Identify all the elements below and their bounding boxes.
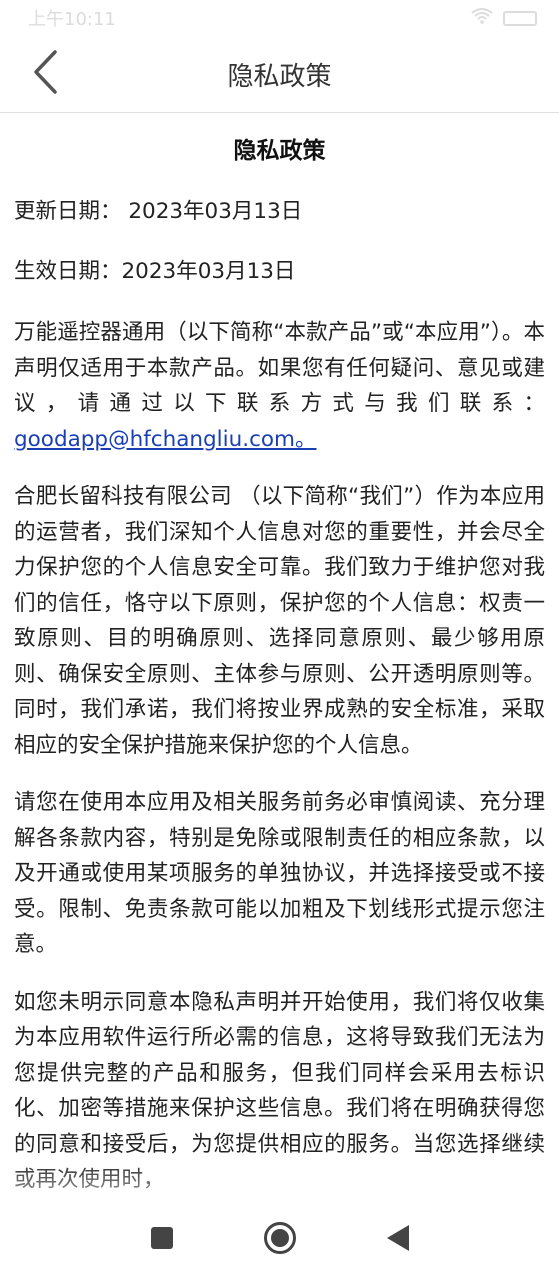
updated-date: 更新日期： 2023年03月13日 [14, 199, 303, 224]
status-bar: 上午10:11 [0, 0, 559, 36]
system-nav-bar [0, 1200, 559, 1280]
home-button[interactable] [260, 1220, 300, 1260]
app-bar: 隐私政策 [0, 36, 559, 113]
page-title: 隐私政策 [227, 61, 332, 92]
intro-paragraph: 万能遥控器通用（以下简称“本款产品”或“本应用”）。本声明仅适用于本款产品。如果… [14, 315, 545, 457]
wifi-icon [471, 7, 493, 29]
effective-date: 生效日期：2023年03月13日 [14, 259, 296, 284]
operator-paragraph: 合肥长留科技有限公司 （以下简称“我们”）作为本应用的运营者，我们深知个人信息对… [14, 484, 545, 758]
battery-icon [503, 10, 537, 26]
chevron-left-icon [31, 49, 61, 99]
policy-content[interactable]: 隐私政策 更新日期： 2023年03月13日 生效日期：2023年03月13日 … [0, 113, 559, 1200]
status-icons [471, 7, 537, 29]
consent-paragraph: 如您未明示同意本隐私声明并开始使用，我们将仅收集为本应用软件运行所必需的信息，这… [14, 989, 545, 1193]
intro-text: 万能遥控器通用（以下简称“本款产品”或“本应用”）。本声明仅适用于本款产品。如果… [14, 320, 545, 416]
back-triangle-icon [385, 1224, 411, 1256]
recent-apps-button[interactable] [142, 1220, 182, 1260]
document-title: 隐私政策 [233, 138, 326, 164]
back-button[interactable] [18, 46, 74, 102]
read-carefully-paragraph: 请您在使用本应用及相关服务前务必审慎阅读、充分理解各条款内容，特别是免除或限制责… [14, 790, 545, 957]
home-circle-icon [263, 1221, 297, 1259]
status-time: 上午10:11 [28, 9, 116, 30]
system-back-button[interactable] [378, 1220, 418, 1260]
contact-email-link[interactable]: goodapp@hfchangliu.com。 [14, 427, 317, 452]
square-icon [150, 1226, 174, 1254]
